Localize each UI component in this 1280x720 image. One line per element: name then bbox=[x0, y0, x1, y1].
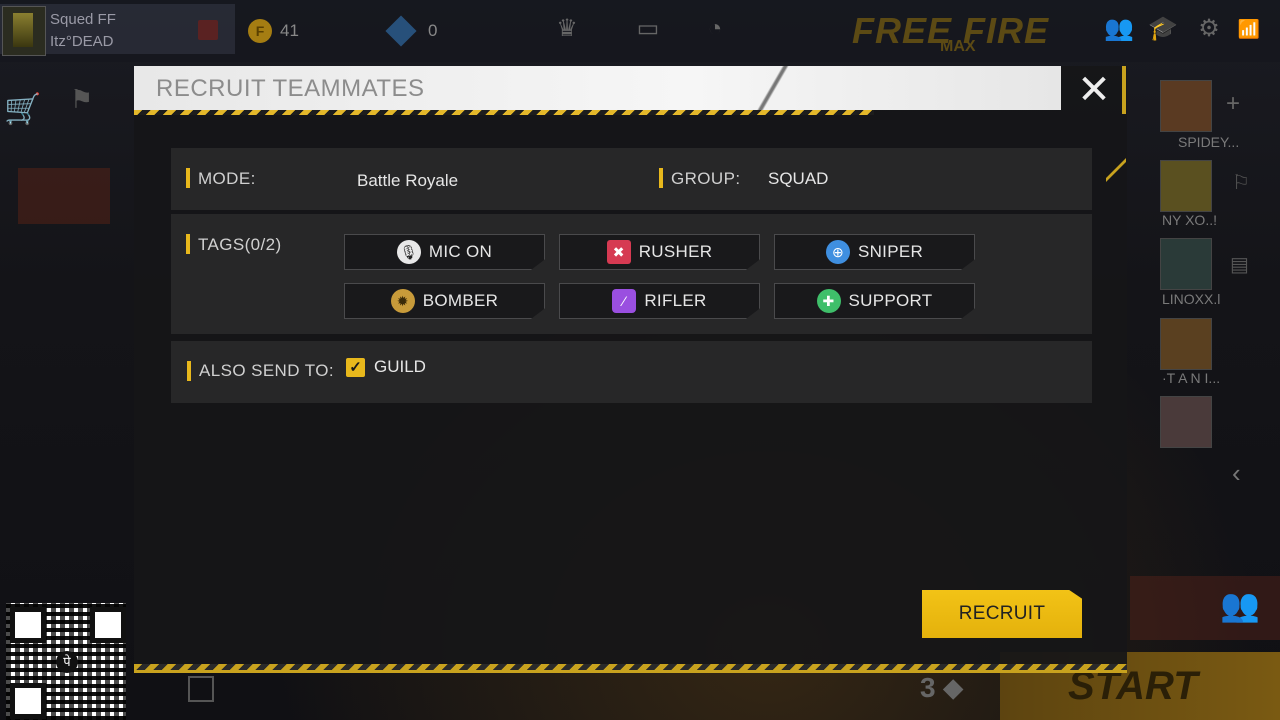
tag-rusher[interactable]: ✖ RUSHER bbox=[559, 234, 760, 270]
diamonds-counter[interactable]: 0 bbox=[385, 15, 438, 47]
hazard-stripe bbox=[134, 110, 874, 115]
friend-name: LINOXX.l bbox=[1162, 291, 1221, 307]
tag-label: MIC ON bbox=[428, 242, 493, 261]
settings-gear-icon[interactable]: ⚙ bbox=[1194, 14, 1224, 44]
modal-title: RECRUIT TEAMMATES bbox=[156, 75, 425, 102]
header-decoration bbox=[674, 66, 874, 110]
tag-label: RIFLER bbox=[644, 291, 707, 310]
team-group-icon: 👥 bbox=[1220, 587, 1260, 623]
tag-label: SNIPER bbox=[857, 242, 924, 261]
tags-label: TAGS(0/2) bbox=[198, 235, 282, 254]
diamonds-value: 0 bbox=[428, 21, 438, 40]
player-name-bottom: Itz°DEAD bbox=[50, 33, 114, 50]
mode-value[interactable]: Battle Royale bbox=[357, 171, 458, 191]
vault-icon[interactable]: ▭ bbox=[628, 14, 668, 44]
friends-icon[interactable]: 👥 bbox=[1104, 14, 1134, 44]
also-send-label: ALSO SEND TO: bbox=[199, 361, 334, 380]
flag-icon[interactable]: ⚑ bbox=[70, 84, 93, 115]
send-flag-icon[interactable]: ⚐ bbox=[1232, 170, 1250, 195]
label-accent-bar bbox=[659, 168, 663, 188]
tag-label: BOMBER bbox=[422, 291, 499, 310]
crosshair-icon: ⊕ bbox=[825, 240, 850, 264]
friends-sidebar: + SPIDEY... ⚐ NY XO..! ▤ LINOXX.l ·T A N… bbox=[1150, 62, 1280, 482]
add-friend-icon[interactable]: + bbox=[1226, 90, 1240, 118]
recruit-button[interactable]: RECRUIT bbox=[922, 590, 1082, 638]
corner-decoration bbox=[1106, 158, 1126, 182]
tag-label: RUSHER bbox=[638, 242, 713, 261]
label-accent-bar bbox=[187, 361, 191, 381]
mode-group-row: MODE: Battle Royale GROUP: SQUAD bbox=[171, 148, 1092, 210]
chevron-left-icon[interactable]: ‹ bbox=[1232, 458, 1241, 489]
rusher-icon: ✖ bbox=[606, 240, 631, 264]
game-logo-sub: MAX bbox=[940, 38, 976, 55]
friend-avatar[interactable] bbox=[1160, 80, 1212, 132]
friend-name: SPIDEY... bbox=[1178, 134, 1240, 150]
rank-box[interactable]: 3 ⬥ bbox=[920, 672, 990, 712]
friend-name: ·T A N I... bbox=[1162, 370, 1221, 386]
friend-avatar[interactable] bbox=[1160, 318, 1212, 370]
tag-mic-on[interactable]: 🎙 MIC ON bbox=[344, 234, 545, 270]
label-accent-bar bbox=[186, 234, 190, 254]
top-bar: Squed FF Itz°DEAD F 41 0 ♛ ▭ ◔ FREE FIRE… bbox=[0, 0, 1280, 62]
group-value[interactable]: SQUAD bbox=[768, 169, 828, 189]
diamond-icon bbox=[385, 15, 417, 47]
friend-avatar[interactable] bbox=[1160, 160, 1212, 212]
store-cart-icon[interactable]: 🛒 bbox=[4, 92, 41, 127]
coins-counter[interactable]: F 41 bbox=[248, 18, 299, 44]
friend-avatar[interactable] bbox=[1160, 396, 1212, 448]
qr-corner bbox=[10, 607, 46, 643]
player-badge-icon bbox=[198, 20, 218, 40]
team-group-button[interactable]: 👥 bbox=[1130, 576, 1280, 640]
tag-rifler[interactable]: ⁄ RIFLER bbox=[559, 283, 760, 319]
player-name-top: Squed FF bbox=[50, 11, 116, 28]
qr-center-logo: पे bbox=[56, 651, 78, 673]
player-card[interactable]: Squed FF Itz°DEAD bbox=[0, 4, 235, 56]
mode-label: MODE: bbox=[198, 169, 256, 188]
luck-royale-icon[interactable]: ◔ bbox=[700, 14, 730, 44]
modal-bottom-stripe bbox=[134, 664, 1127, 670]
notes-icon[interactable]: ▤ bbox=[1230, 252, 1249, 277]
guild-label[interactable]: GUILD bbox=[374, 357, 426, 377]
tag-sniper[interactable]: ⊕ SNIPER bbox=[774, 234, 975, 270]
modal-header: RECRUIT TEAMMATES bbox=[134, 66, 1061, 110]
tag-label: SUPPORT bbox=[848, 291, 933, 310]
tag-support[interactable]: ✚ SUPPORT bbox=[774, 283, 975, 319]
support-icon: ✚ bbox=[816, 289, 841, 313]
rank-number: 3 bbox=[920, 672, 936, 703]
microphone-icon: 🎙 bbox=[396, 240, 421, 264]
close-icon[interactable]: ✕ bbox=[1066, 66, 1126, 114]
bottom-small-icon[interactable] bbox=[188, 676, 214, 702]
event-emblem[interactable] bbox=[18, 168, 110, 224]
friend-avatar[interactable] bbox=[1160, 238, 1212, 290]
rifle-icon: ⁄ bbox=[612, 289, 637, 313]
tag-bomber[interactable]: ✹ BOMBER bbox=[344, 283, 545, 319]
coin-icon: F bbox=[248, 19, 272, 43]
qr-corner bbox=[10, 683, 46, 719]
label-accent-bar bbox=[186, 168, 190, 188]
player-avatar bbox=[2, 6, 46, 56]
rank-crown-icon[interactable]: ♛ bbox=[552, 14, 582, 44]
qr-code: पे bbox=[6, 603, 126, 720]
group-label: GROUP: bbox=[671, 169, 741, 188]
also-send-row: ALSO SEND TO: GUILD bbox=[171, 341, 1092, 403]
academy-icon[interactable]: 🎓 bbox=[1148, 14, 1178, 44]
wifi-signal-icon: 📶 bbox=[1237, 19, 1261, 39]
bomber-icon: ✹ bbox=[390, 289, 415, 313]
guild-checkbox[interactable]: ✓ bbox=[346, 358, 365, 377]
friend-name: NY XO..! bbox=[1162, 212, 1217, 228]
qr-corner bbox=[90, 607, 126, 643]
coins-value: 41 bbox=[280, 21, 299, 40]
